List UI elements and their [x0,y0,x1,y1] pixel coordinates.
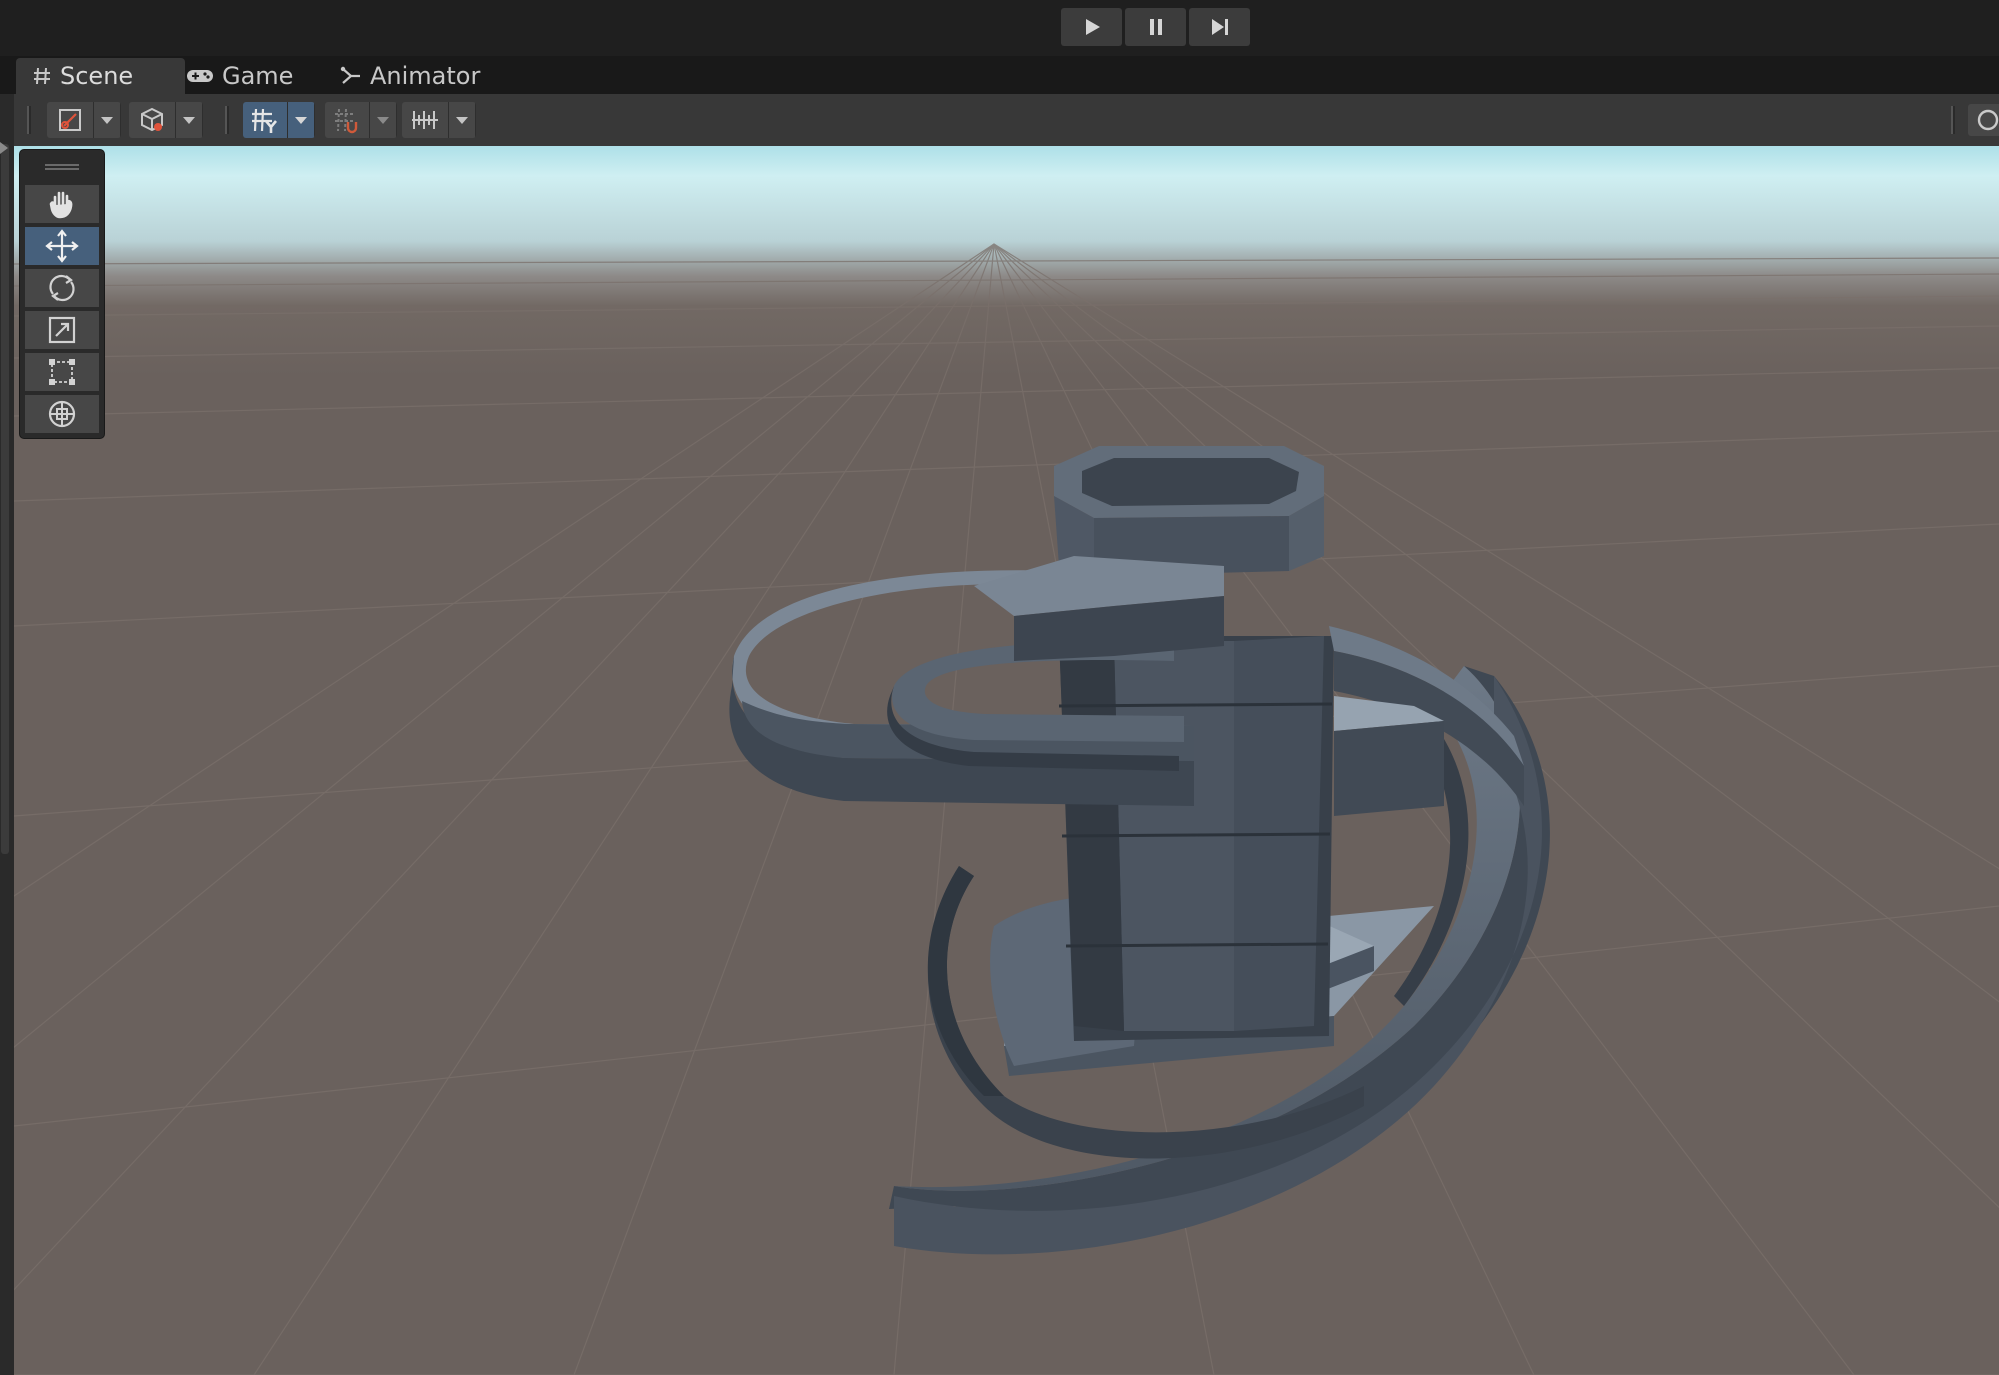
transform-tool-button[interactable] [25,395,99,433]
transform-icon [48,400,76,428]
play-button[interactable] [1061,8,1122,46]
scale-icon [48,316,76,344]
hand-icon [49,191,73,219]
scene-viewport[interactable] [14,146,1999,1375]
pause-icon [1149,19,1162,35]
search-button[interactable] [1968,104,1999,136]
shading-mode-icon [141,107,163,132]
chevron-down-icon [183,117,195,124]
scene-toolbar [0,94,1999,147]
shading-mode-dropdown[interactable] [129,102,203,138]
view-tabs: Scene Game Animator [0,56,1999,94]
spiral-tower-model[interactable] [729,446,1550,1255]
gamepad-icon [187,70,213,82]
toolbar-separator [225,106,229,134]
snap-increment-icon [335,108,358,134]
move-icon [45,229,79,263]
panel-grip[interactable] [45,164,79,170]
tab-label: Animator [370,62,481,90]
ruler-dropdown[interactable] [402,102,476,138]
scale-tool-button[interactable] [25,311,99,349]
transform-tools-panel [20,150,104,438]
rect-icon [49,359,75,385]
shading-mode-arrow[interactable] [176,102,203,138]
rect-tool-button[interactable] [25,353,99,391]
pause-button[interactable] [1125,8,1186,46]
chevron-down-icon [377,117,389,124]
tab-label: Scene [60,62,134,90]
draw-mode-button[interactable] [47,102,94,138]
search-icon [1977,109,1999,131]
snap-increment-arrow[interactable] [370,102,397,138]
play-icon [1085,19,1100,35]
collapse-arrow-icon [0,142,8,154]
grid-snap-button[interactable] [243,102,288,138]
hand-tool-button[interactable] [25,185,99,223]
tab-animator[interactable]: Animator [324,58,496,94]
ruler-button[interactable] [402,102,449,138]
play-controls [1061,8,1250,46]
panel-resize-handle[interactable] [1,144,9,854]
shading-mode-button[interactable] [129,102,176,138]
toolbar-separator [27,106,31,134]
ruler-arrow[interactable] [449,102,476,138]
draw-mode-arrow[interactable] [94,102,121,138]
tab-scene[interactable]: Scene [16,58,185,94]
snap-increment-button[interactable] [325,102,370,138]
step-button[interactable] [1189,8,1250,46]
toolbar-separator [1951,106,1955,134]
grid-snap-dropdown[interactable] [243,102,315,138]
top-bar [0,0,1999,57]
draw-mode-dropdown[interactable] [47,102,121,138]
draw-mode-icon [59,109,81,131]
move-tool-button[interactable] [25,227,99,265]
tab-label: Game [222,62,294,90]
rotate-tool-button[interactable] [25,269,99,307]
chevron-down-icon [295,117,307,124]
grid-icon [34,67,50,85]
chevron-down-icon [456,117,468,124]
snap-increment-dropdown[interactable] [325,102,397,138]
tab-game[interactable]: Game [170,58,309,94]
chevron-down-icon [101,117,113,124]
ruler-icon [412,111,438,129]
grid-snap-arrow[interactable] [288,102,315,138]
grid-snap-icon [252,108,277,133]
rotate-icon [49,274,75,302]
scene-canvas[interactable] [14,146,1999,1375]
animator-icon [340,66,360,84]
step-icon [1211,19,1228,35]
left-panel-edge [0,94,14,1375]
